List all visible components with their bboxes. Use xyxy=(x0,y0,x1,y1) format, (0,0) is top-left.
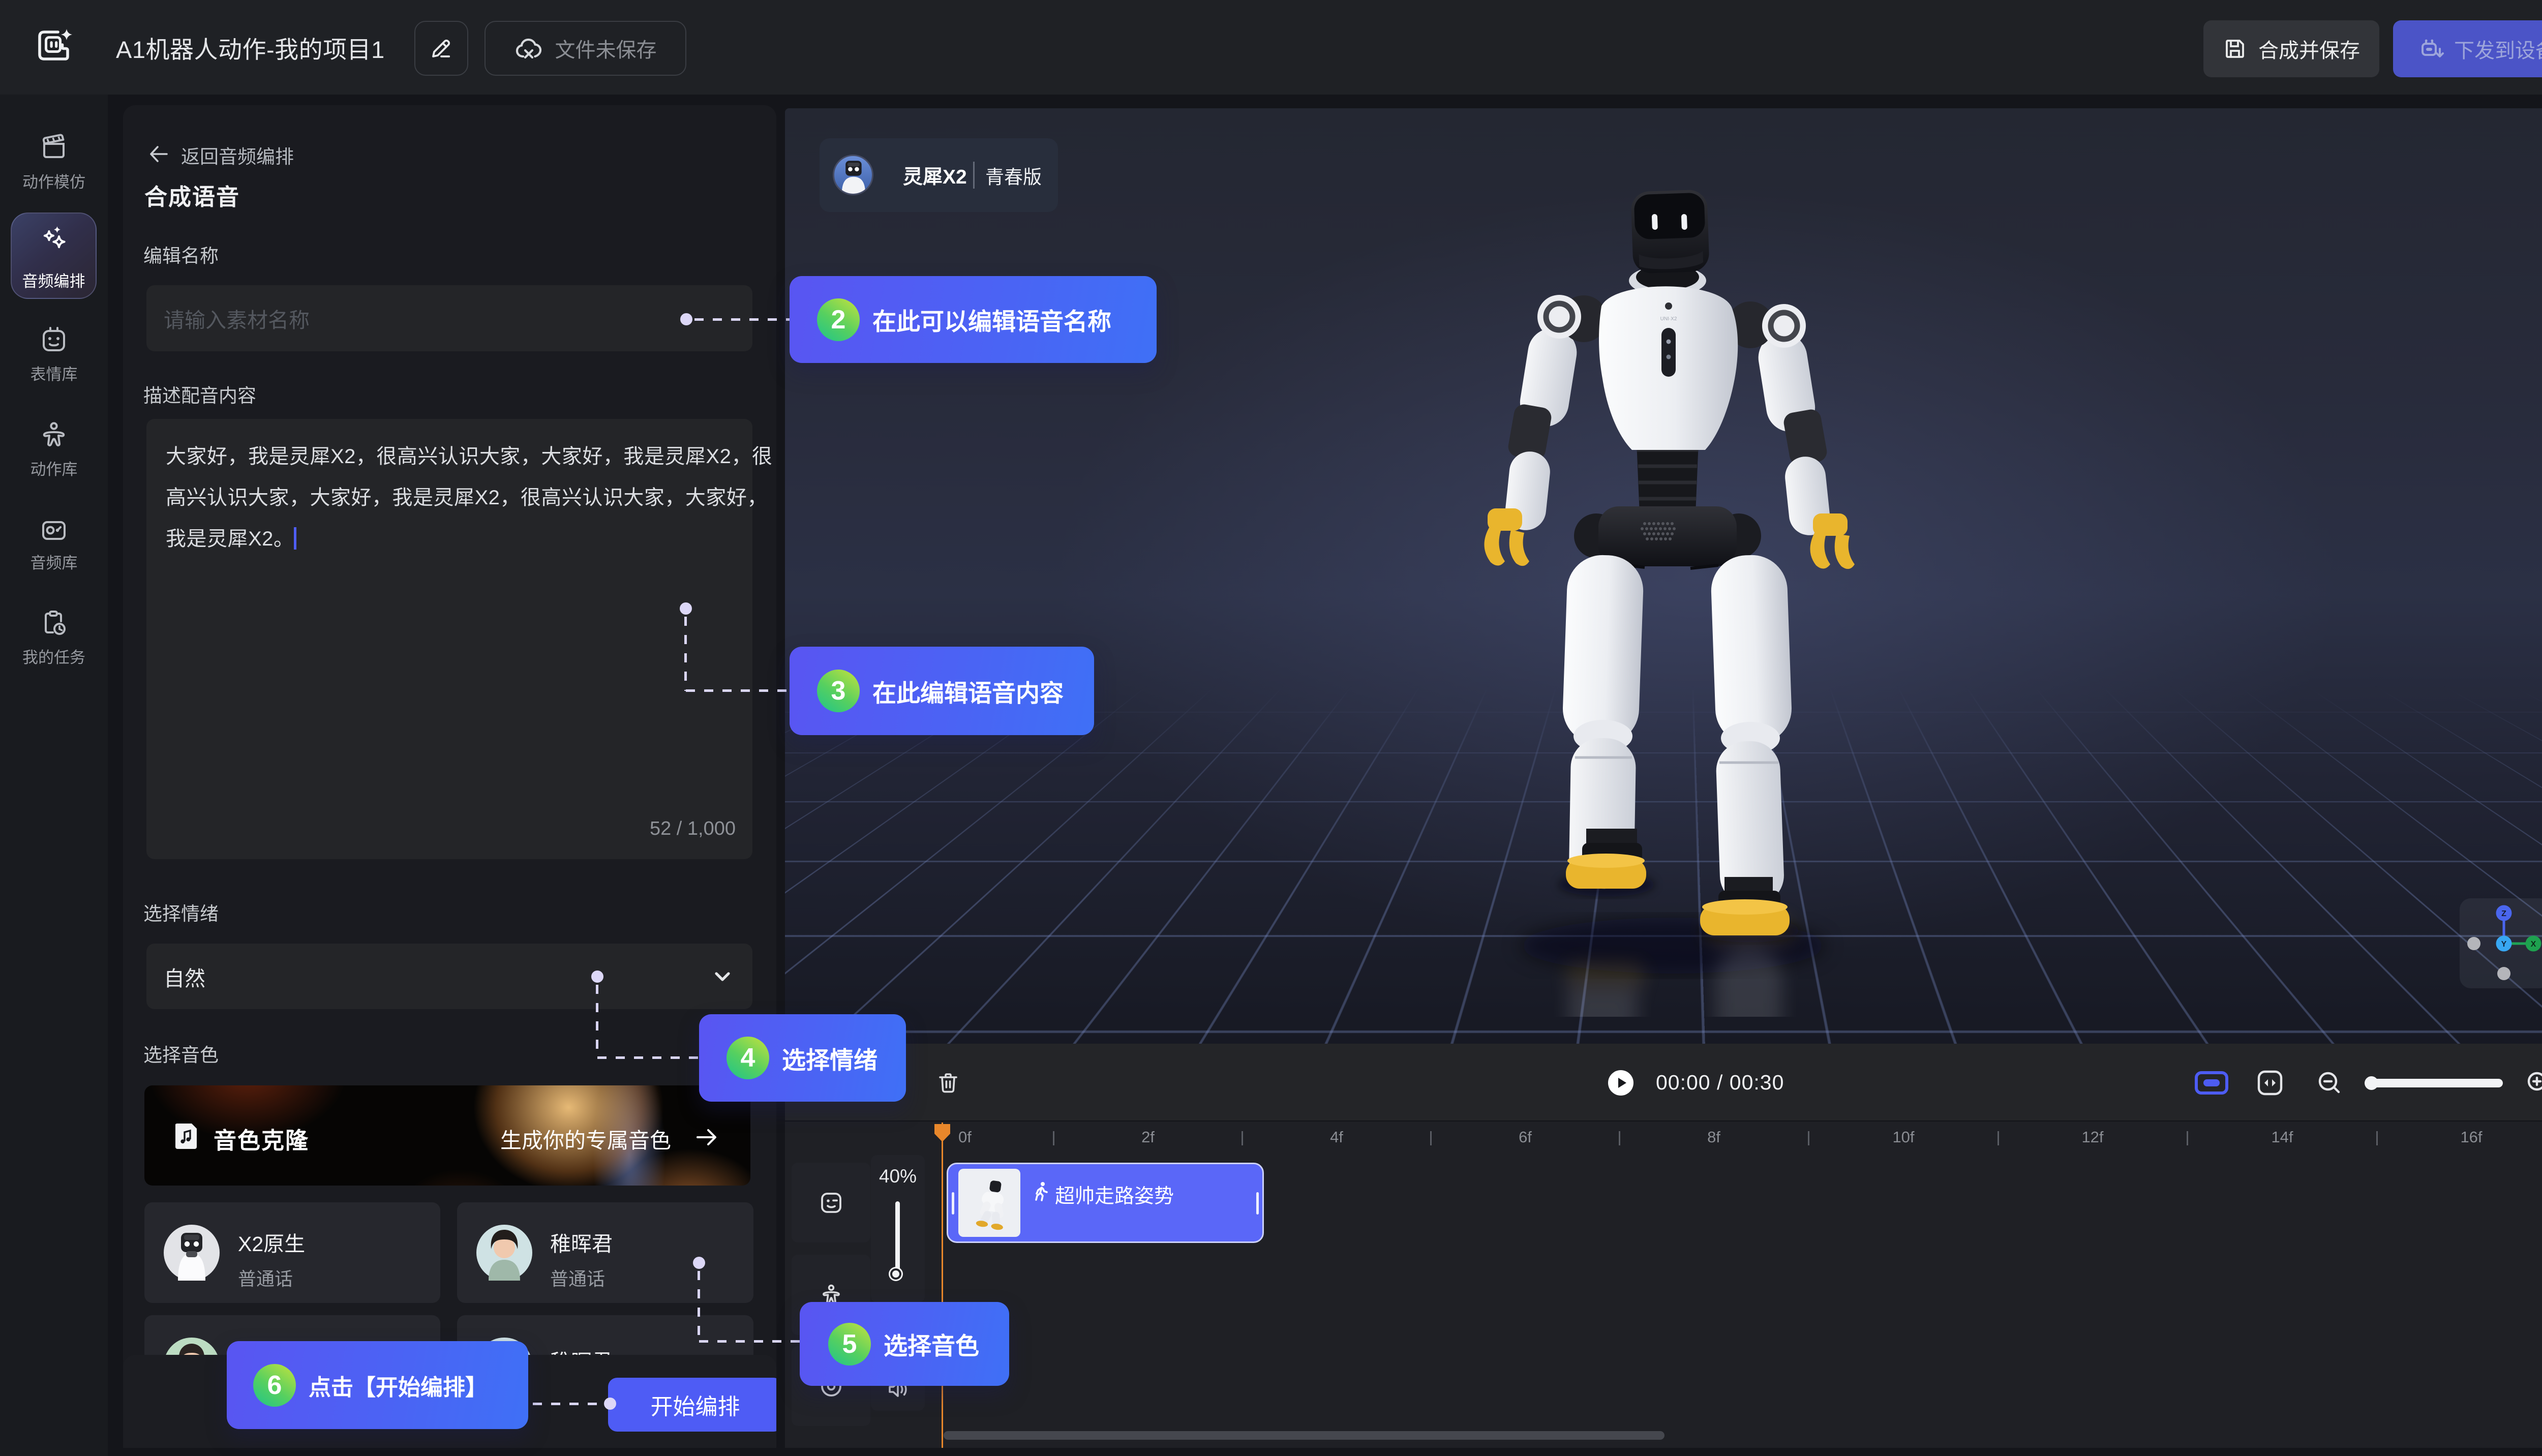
svg-text:Z: Z xyxy=(2501,909,2506,918)
svg-text:X: X xyxy=(2531,940,2536,949)
svg-text:Y: Y xyxy=(2501,940,2507,949)
svg-text:UNI·X2: UNI·X2 xyxy=(1660,316,1677,322)
